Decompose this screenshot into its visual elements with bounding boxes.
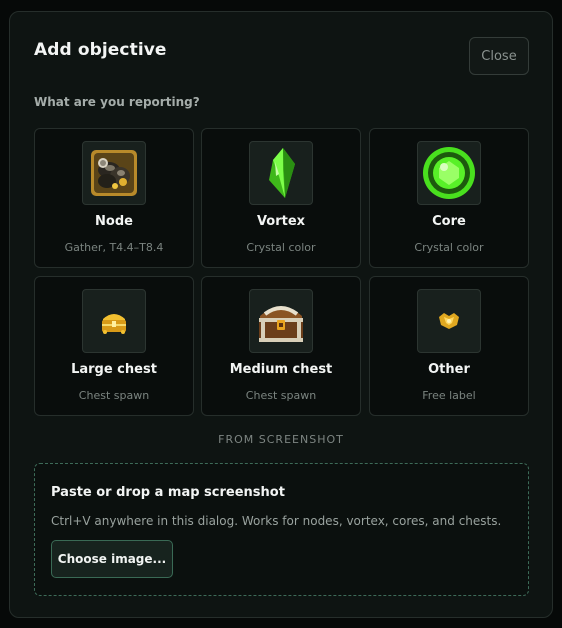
option-label: Medium chest: [229, 362, 333, 377]
option-subtitle: Gather, T4.4–T8.4: [64, 241, 164, 254]
option-label: Core: [432, 214, 466, 229]
option-other[interactable]: Other Free label: [369, 276, 529, 416]
option-subtitle: Chest spawn: [245, 389, 317, 402]
green-core-orb-icon: [417, 141, 481, 205]
gold-emblem-icon: [417, 289, 481, 353]
screenshot-dropzone[interactable]: Paste or drop a map screenshot Ctrl+V an…: [34, 463, 529, 596]
option-label: Node: [95, 214, 133, 229]
option-subtitle: Crystal color: [414, 241, 484, 254]
option-subtitle: Crystal color: [246, 241, 316, 254]
option-label: Other: [428, 362, 470, 377]
option-label: Vortex: [256, 214, 306, 229]
dropzone-title: Paste or drop a map screenshot: [51, 485, 285, 500]
option-subtitle: Free label: [422, 389, 476, 402]
add-objective-dialog: Add objective Close What are you reporti…: [9, 11, 553, 618]
node-resource-icon: [82, 141, 146, 205]
option-vortex[interactable]: Vortex Crystal color: [201, 128, 361, 268]
option-large-chest[interactable]: Large chest Chest spawn: [34, 276, 194, 416]
medium-chest-icon: [249, 289, 313, 353]
choose-image-button[interactable]: Choose image...: [51, 540, 173, 578]
close-button[interactable]: Close: [469, 37, 529, 75]
option-core[interactable]: Core Crystal color: [369, 128, 529, 268]
dialog-title: Add objective: [34, 40, 167, 60]
option-node[interactable]: Node Gather, T4.4–T8.4: [34, 128, 194, 268]
dropzone-description: Ctrl+V anywhere in this dialog. Works fo…: [51, 514, 502, 528]
option-medium-chest[interactable]: Medium chest Chest spawn: [201, 276, 361, 416]
option-subtitle: Chest spawn: [78, 389, 150, 402]
green-crystal-icon: [249, 141, 313, 205]
section-label-from-screenshot: FROM SCREENSHOT: [218, 433, 344, 446]
large-gold-chest-icon: [82, 289, 146, 353]
option-label: Large chest: [71, 362, 157, 377]
question-label: What are you reporting?: [34, 95, 200, 109]
